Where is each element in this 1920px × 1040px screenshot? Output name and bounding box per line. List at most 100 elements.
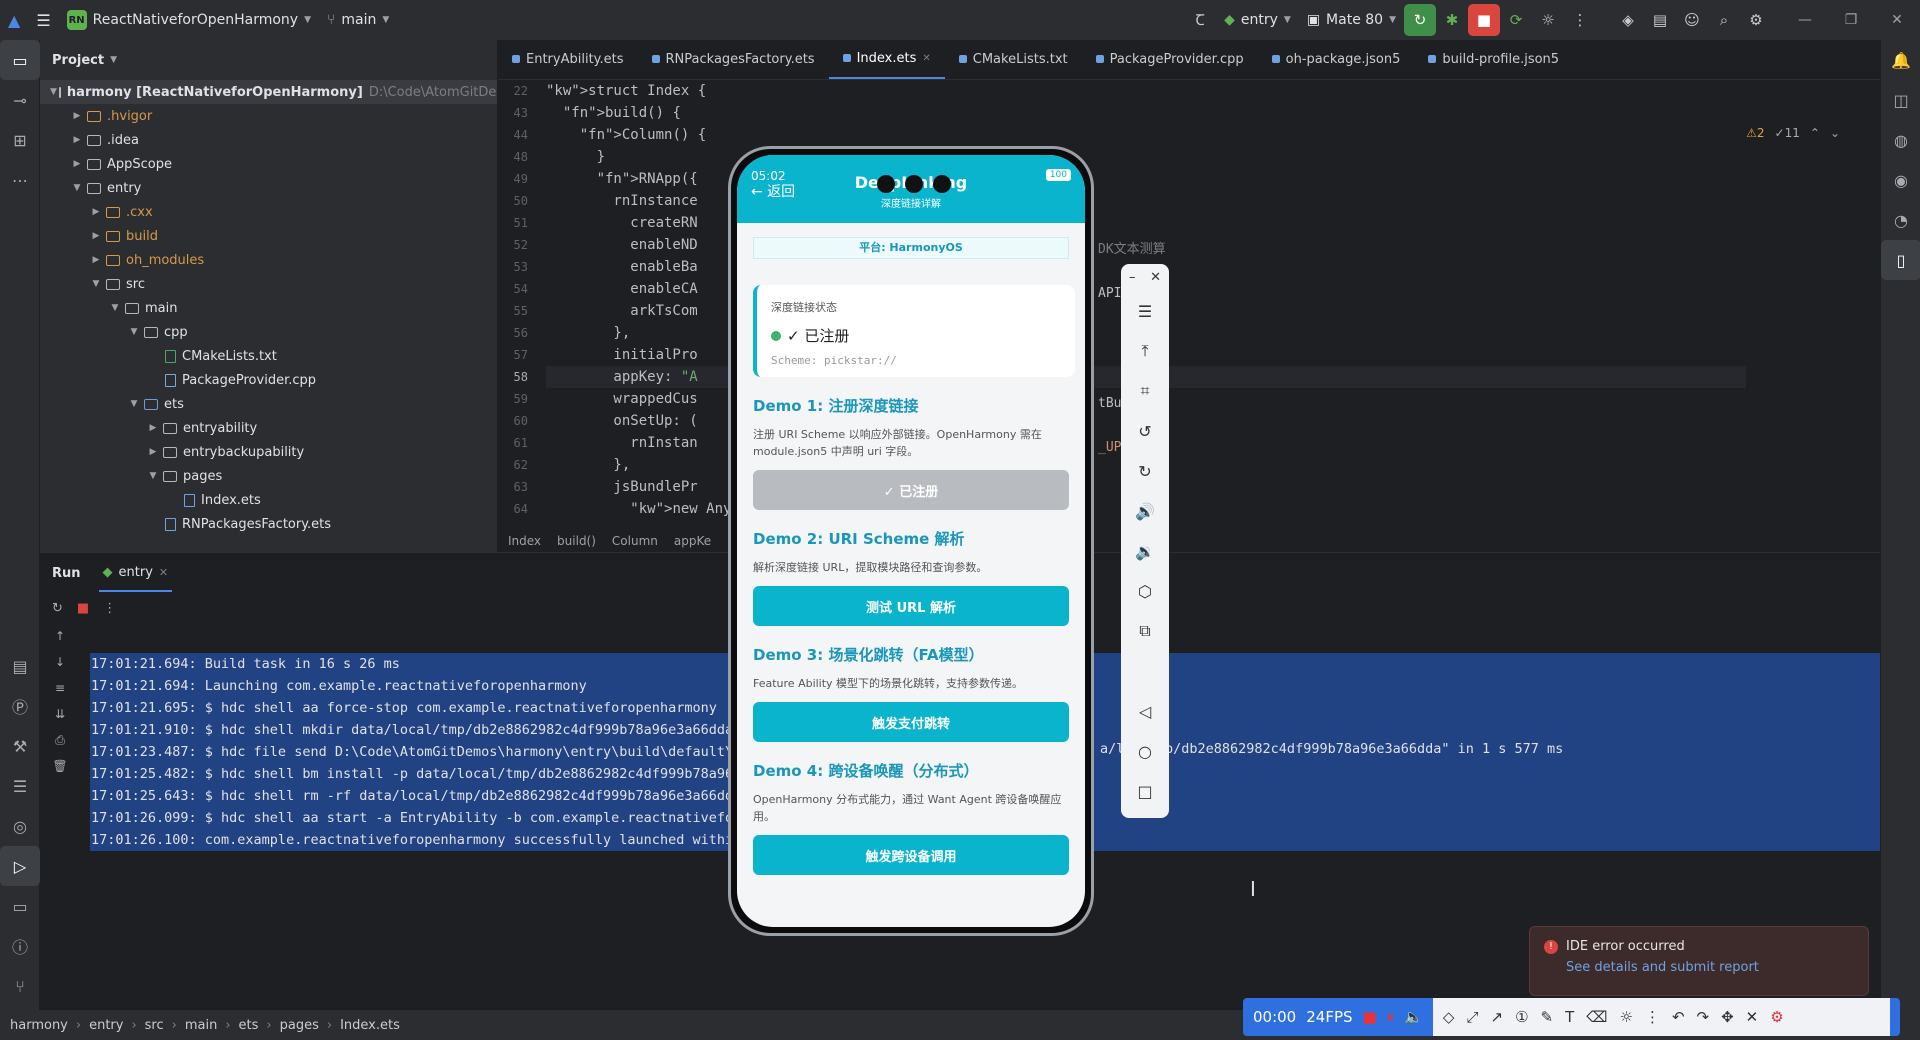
chevron-down-icon[interactable]: ▼ bbox=[126, 327, 142, 337]
stop-icon[interactable]: ■ bbox=[77, 601, 89, 616]
tree-item[interactable]: PackageProvider.cpp bbox=[40, 368, 497, 392]
build-tool-icon[interactable]: ⚒ bbox=[0, 726, 40, 766]
nav-back-icon[interactable]: ◁ bbox=[1121, 691, 1169, 731]
tree-item[interactable]: ▶ .cxx bbox=[40, 200, 497, 224]
editor-tab[interactable]: oh-package.json5 bbox=[1258, 39, 1415, 79]
tree-item[interactable]: Index.ets bbox=[40, 488, 497, 512]
account-icon[interactable]: ☺ bbox=[1676, 4, 1708, 36]
restore-icon[interactable]: ❐ bbox=[1828, 0, 1874, 40]
audio-icon[interactable]: 🔈 bbox=[1404, 1008, 1423, 1026]
profiler-icon[interactable]: ☼ bbox=[1532, 4, 1564, 36]
project-switcher[interactable]: RN ReactNativeforOpenHarmony ▼ bbox=[59, 0, 319, 40]
tree-item[interactable]: ▼ harmony [ReactNativeforOpenHarmony] D:\C… bbox=[40, 80, 497, 104]
status-path-item[interactable]: Index.ets bbox=[340, 1018, 400, 1033]
tree-item[interactable]: ▼ ets bbox=[40, 392, 497, 416]
close-window-icon[interactable]: ✕ bbox=[1874, 0, 1920, 40]
tree-item[interactable]: ▼ entry bbox=[40, 176, 497, 200]
layers-tool-icon[interactable]: ▤ bbox=[0, 646, 40, 686]
number-tool-icon[interactable]: ① bbox=[1515, 1008, 1528, 1026]
text-tool-icon[interactable]: T bbox=[1565, 1008, 1574, 1026]
ide-error-notification[interactable]: ! IDE error occurred See details and sub… bbox=[1529, 926, 1869, 996]
search-icon[interactable]: ⌕ bbox=[1708, 4, 1740, 36]
editor-tab[interactable]: build-profile.json5 bbox=[1414, 39, 1573, 79]
stop-button[interactable]: ■ bbox=[1468, 4, 1500, 36]
editor-tab[interactable]: CMakeLists.txt bbox=[945, 39, 1082, 79]
volume-up-icon[interactable]: 🔊 bbox=[1121, 491, 1169, 531]
error-details-link[interactable]: See details and submit report bbox=[1566, 960, 1854, 975]
nav-home-icon[interactable]: ○ bbox=[1121, 731, 1169, 771]
chevron-down-icon[interactable]: ▼ bbox=[145, 471, 161, 481]
tree-item[interactable]: ▼ pages bbox=[40, 464, 497, 488]
demo-button[interactable]: 测试 URL 解析 bbox=[753, 586, 1069, 626]
undo-icon[interactable]: ↶ bbox=[1672, 1008, 1685, 1026]
status-path-item[interactable]: main bbox=[185, 1018, 217, 1033]
more-options-icon[interactable]: ⋮ bbox=[1564, 4, 1596, 36]
close-recorder-icon[interactable]: ✕ bbox=[1746, 1008, 1759, 1026]
pause-icon[interactable]: ⏸ bbox=[1387, 1008, 1395, 1026]
chevron-down-icon[interactable]: ⌄ bbox=[1830, 126, 1840, 140]
assistant-icon[interactable]: ◍ bbox=[1881, 120, 1920, 160]
preview-icon[interactable]: ◉ bbox=[1881, 160, 1920, 200]
demo-button[interactable]: 触发支付跳转 bbox=[753, 702, 1069, 742]
tree-item[interactable]: ▶ entrybackupability bbox=[40, 440, 497, 464]
chevron-down-icon[interactable]: ▼ bbox=[126, 399, 142, 409]
chevron-down-icon[interactable]: ▼ bbox=[88, 279, 104, 289]
problems-tool-icon[interactable]: ⓘ bbox=[0, 926, 40, 966]
device-file-icon[interactable]: ◫ bbox=[1881, 80, 1920, 120]
tree-item[interactable]: RNPackagesFactory.ets bbox=[40, 512, 497, 536]
run-config-selector[interactable]: ◆ entry ▼ bbox=[1216, 0, 1299, 40]
run-tab[interactable]: ◆ entry ✕ bbox=[98, 555, 173, 592]
breadcrumb-item[interactable]: build() bbox=[557, 534, 596, 548]
shake-icon[interactable]: ⬡ bbox=[1121, 571, 1169, 611]
breadcrumb-item[interactable]: Column bbox=[612, 534, 658, 548]
chevron-right-icon[interactable]: ▶ bbox=[145, 423, 161, 433]
tree-item[interactable]: ▼ cpp bbox=[40, 320, 497, 344]
close-emulator-icon[interactable]: ✕ bbox=[1150, 270, 1161, 285]
rotate-right-icon[interactable]: ↻ bbox=[1121, 451, 1169, 491]
close-tab-icon[interactable]: ✕ bbox=[922, 53, 930, 64]
eraser-tool-icon[interactable]: ⌫ bbox=[1586, 1008, 1607, 1026]
chevron-down-icon[interactable]: ▼ bbox=[69, 183, 85, 193]
highlight-tool-icon[interactable]: ☼ bbox=[1619, 1008, 1632, 1026]
minimize-emulator-icon[interactable]: – bbox=[1129, 270, 1136, 285]
tree-item[interactable]: ▼ src bbox=[40, 272, 497, 296]
editor-tab[interactable]: PackageProvider.cpp bbox=[1082, 39, 1258, 79]
move-icon[interactable]: ✥ bbox=[1721, 1008, 1734, 1026]
nav-recents-icon[interactable]: □ bbox=[1121, 771, 1169, 811]
commit-tool-icon[interactable]: ⊸ bbox=[0, 80, 40, 120]
screenshot-icon[interactable]: ⧉ bbox=[1121, 611, 1169, 651]
status-path-item[interactable]: entry bbox=[89, 1018, 123, 1033]
crop-icon[interactable]: ⌗ bbox=[1121, 371, 1169, 411]
record-stop-icon[interactable]: ■ bbox=[1363, 1008, 1377, 1026]
arrow-tool-icon[interactable]: ↗ bbox=[1490, 1008, 1503, 1026]
plugin-icon[interactable]: ◈ bbox=[1612, 4, 1644, 36]
main-menu-icon[interactable]: ☰ bbox=[28, 0, 58, 40]
chevron-up-icon[interactable]: ⌃ bbox=[1810, 126, 1820, 140]
rerun-icon[interactable]: ↻ bbox=[52, 601, 63, 616]
print-icon[interactable]: ⎙ bbox=[40, 727, 80, 753]
translate-icon[interactable]: Ꞇ bbox=[1184, 4, 1216, 36]
device-manager-icon[interactable]: ▤ bbox=[1644, 4, 1676, 36]
more-tools-icon[interactable]: ⋮ bbox=[1645, 1008, 1660, 1026]
minimize-icon[interactable]: — bbox=[1782, 0, 1828, 40]
project-tool-icon[interactable]: ▭ bbox=[0, 40, 40, 80]
pen-tool-icon[interactable]: ✎ bbox=[1541, 1008, 1554, 1026]
notifications-icon[interactable]: 🔔 bbox=[1881, 40, 1920, 80]
run-tool-icon[interactable]: ▷ bbox=[0, 846, 40, 886]
status-path-item[interactable]: ets bbox=[239, 1018, 259, 1033]
tree-item[interactable]: ▶ build bbox=[40, 224, 497, 248]
tree-item[interactable]: ▶ .idea bbox=[40, 128, 497, 152]
structure-tool-icon[interactable]: ⊞ bbox=[0, 120, 40, 160]
tree-item[interactable]: CMakeLists.txt bbox=[40, 344, 497, 368]
tree-item[interactable]: ▶ entryability bbox=[40, 416, 497, 440]
tree-item[interactable]: ▶ .hvigor bbox=[40, 104, 497, 128]
settings-icon[interactable]: ⚙ bbox=[1740, 4, 1772, 36]
chevron-right-icon[interactable]: ▶ bbox=[88, 255, 104, 265]
preview-tool-icon[interactable]: Ⓟ bbox=[0, 686, 40, 726]
editor-tab[interactable]: Index.ets ✕ bbox=[828, 39, 945, 79]
menu-icon[interactable]: ☰ bbox=[1121, 291, 1169, 331]
apply-changes-icon[interactable]: ⟳ bbox=[1500, 4, 1532, 36]
chevron-right-icon[interactable]: ▶ bbox=[145, 447, 161, 457]
todo-tool-icon[interactable]: ☰ bbox=[0, 766, 40, 806]
soft-wrap-icon[interactable]: ≡ bbox=[40, 675, 80, 701]
